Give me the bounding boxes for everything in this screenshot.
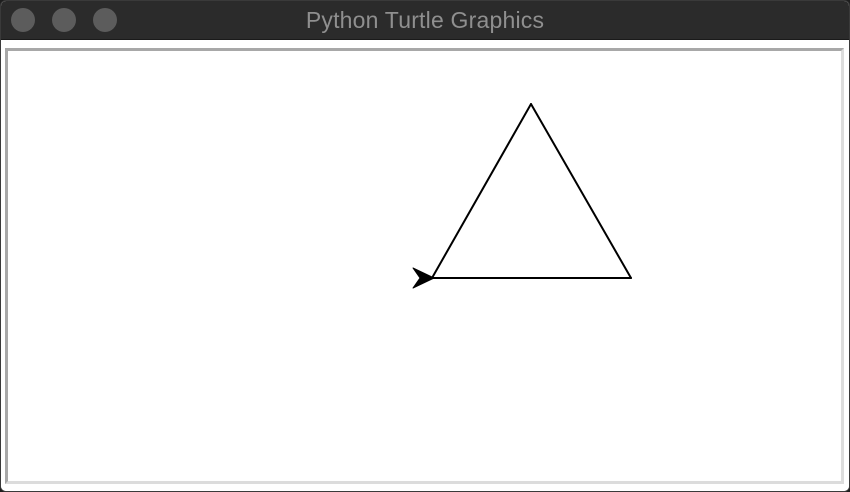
triangle-right-edge [530,103,632,279]
turtle-arrow-icon [412,267,435,289]
title-bar[interactable]: Python Turtle Graphics [1,1,849,40]
drawn-triangle [431,103,632,279]
turtle-canvas-frame [5,48,844,484]
window-content [1,40,849,491]
triangle-left-edge [431,103,532,279]
turtle-window: Python Turtle Graphics [0,0,850,492]
turtle-canvas[interactable] [8,51,841,481]
window-title: Python Turtle Graphics [305,7,545,33]
